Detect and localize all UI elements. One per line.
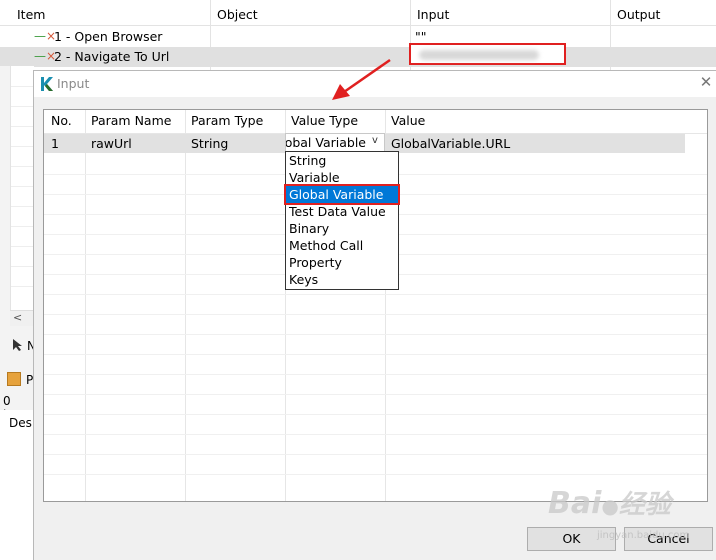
close-icon[interactable]: ✕ [697, 73, 715, 91]
option-global-variable[interactable]: Global Variable [284, 184, 400, 205]
option-test-data-value[interactable]: Test Data Value [286, 203, 398, 220]
properties-icon [7, 372, 21, 386]
row-line [11, 166, 35, 167]
cursor-icon [11, 338, 25, 355]
row-line [11, 146, 35, 147]
row-line [11, 186, 35, 187]
row-line [44, 474, 707, 475]
header-no[interactable]: No. [51, 113, 72, 128]
header-item[interactable]: Item [17, 7, 45, 22]
value-type-selected: Global Variable [285, 135, 366, 150]
param-table-header: No. Param Name Param Type Value Type Val… [44, 110, 707, 134]
scroll-left-icon[interactable]: < [13, 311, 22, 324]
background-rows [10, 66, 35, 314]
row-line [44, 334, 707, 335]
x-icon: —× [34, 29, 57, 43]
cell-param-name: rawUrl [91, 136, 132, 151]
watermark-url: jingyan.baidu.com [597, 530, 690, 541]
column-divider [85, 110, 86, 501]
row-line [44, 454, 707, 455]
value-type-dropdown: String Variable Global Variable Test Dat… [284, 151, 400, 290]
description-label: Des [9, 416, 32, 430]
cell-param-type: String [191, 136, 229, 151]
option-keys[interactable]: Keys [286, 271, 398, 288]
header-object[interactable]: Object [217, 7, 258, 22]
header-param-name[interactable]: Param Name [91, 113, 171, 128]
cell-value[interactable]: GlobalVariable.URL [391, 136, 510, 151]
horizontal-scrollbar[interactable]: < [10, 310, 34, 326]
paw-icon: ● [601, 494, 619, 518]
row-line [11, 106, 35, 107]
row-line [44, 314, 707, 315]
header-param-type[interactable]: Param Type [191, 113, 263, 128]
cell-no: 1 [51, 136, 59, 151]
option-method-call[interactable]: Method Call [286, 237, 398, 254]
row-line [44, 394, 707, 395]
x-icon: —× [34, 49, 57, 63]
column-divider [185, 110, 186, 501]
row-label: 1 - Open Browser [54, 29, 163, 44]
background-panel: < N P 0 iter Des [0, 66, 36, 560]
row-line [11, 126, 35, 127]
row-line [44, 294, 707, 295]
row-label: 2 - Navigate To Url [54, 49, 170, 64]
option-binary[interactable]: Binary [286, 220, 398, 237]
row-line [11, 266, 35, 267]
row-line [44, 434, 707, 435]
header-input[interactable]: Input [417, 7, 449, 22]
blurred-url [419, 50, 539, 60]
row-line [11, 86, 35, 87]
header-value[interactable]: Value [391, 113, 425, 128]
header-output[interactable]: Output [617, 7, 660, 22]
row-input: "" [415, 29, 427, 44]
row-line [11, 246, 35, 247]
header-value-type[interactable]: Value Type [291, 113, 358, 128]
description-area [0, 410, 34, 560]
chevron-down-icon[interactable]: v [368, 135, 382, 146]
option-variable[interactable]: Variable [286, 169, 398, 186]
red-arrow-icon [332, 58, 391, 100]
option-string[interactable]: String [286, 152, 398, 169]
table-row[interactable]: —× 1 - Open Browser "" [0, 27, 716, 47]
row-line [11, 206, 35, 207]
baidu-watermark: Bai●经验 [548, 484, 671, 521]
input-highlight-box[interactable] [409, 43, 566, 65]
option-property[interactable]: Property [286, 254, 398, 271]
row-line [11, 226, 35, 227]
dialog-title: Input [57, 76, 90, 91]
row-line [44, 374, 707, 375]
test-case-table-header: Item Object Input Output [0, 0, 716, 26]
value-type-combo[interactable]: Global Variable v [285, 133, 385, 153]
watermark-brand: Bai [548, 486, 602, 521]
row-line [44, 354, 707, 355]
row-line [11, 286, 35, 287]
watermark-brand-tail: 经验 [618, 490, 671, 520]
row-line [44, 414, 707, 415]
k-logo-icon [38, 76, 54, 92]
